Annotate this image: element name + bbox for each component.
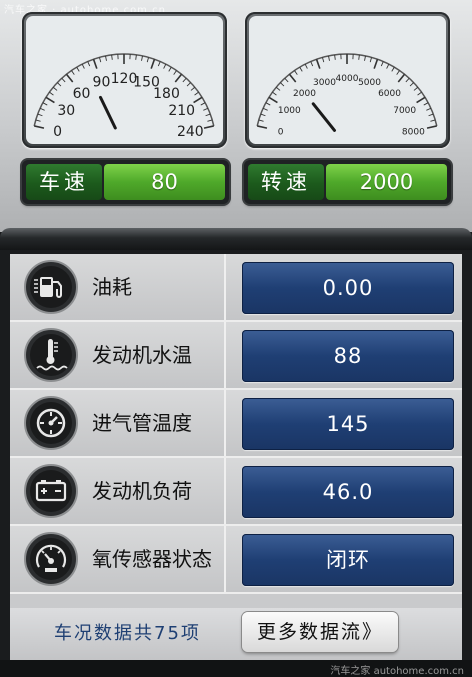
bottom-watermark: 汽车之家 autohome.com.cn [330, 666, 464, 677]
tachometer-tick-label: 0 [278, 127, 284, 137]
speedometer-tick-label: 90 [93, 75, 111, 91]
list-item[interactable]: 进气管温度 145 [10, 390, 462, 458]
rpm-label: 转速 [248, 164, 324, 200]
speedometer-tick-label: 30 [57, 103, 75, 119]
row-label-cell: 油耗 [10, 254, 226, 320]
row-label-cell: 发动机负荷 [10, 458, 226, 524]
speed-label: 车速 [26, 164, 102, 200]
panel-divider [0, 228, 472, 250]
row-label-cell: 氧传感器状态 [10, 526, 226, 592]
tachometer-tick-label: 1000 [278, 106, 301, 116]
rpm-value: 2000 [326, 164, 447, 200]
tachometer-tick-label: 3000 [313, 78, 336, 88]
speedometer-tick-label: 60 [73, 86, 91, 102]
list-item[interactable]: 氧传感器状态 闭环 [10, 526, 462, 594]
list-item[interactable]: 发动机负荷 46.0 [10, 458, 462, 526]
row-label-cell: 进气管温度 [10, 390, 226, 456]
row-name: 氧传感器状态 [92, 547, 212, 571]
row-value: 46.0 [242, 466, 454, 518]
gauge-panel: 汽车之家 · autohome.com.cn 0 30 60 90 120 150 180 2… [0, 0, 472, 232]
row-name: 进气管温度 [92, 411, 192, 435]
row-label-cell: 发动机水温 [10, 322, 226, 388]
row-value: 145 [242, 398, 454, 450]
list-item[interactable]: 发动机水温 88 [10, 322, 462, 390]
row-value: 闭环 [242, 534, 454, 586]
battery-load-icon [24, 464, 78, 518]
tachometer-gauge: 0 1000 2000 3000 4000 5000 6000 7000 8000 [245, 12, 450, 148]
more-data-button[interactable]: 更多数据流》 [242, 612, 398, 652]
speedometer-tick-label: 0 [53, 124, 62, 140]
speedometer-tick-label: 240 [177, 124, 204, 140]
tachometer-tick-label: 4000 [336, 74, 359, 84]
speed-value: 80 [104, 164, 225, 200]
data-count-summary: 车况数据共75项 [54, 623, 201, 644]
tachometer-tick-label: 5000 [358, 78, 381, 88]
speedometer-tick-label: 180 [153, 86, 180, 102]
row-name: 发动机负荷 [92, 479, 192, 503]
row-value: 0.00 [242, 262, 454, 314]
row-name: 发动机水温 [92, 343, 192, 367]
tachometer-tick-label: 2000 [293, 89, 316, 99]
row-value: 88 [242, 330, 454, 382]
coolant-temperature-icon [24, 328, 78, 382]
tachometer-tick-label: 7000 [393, 106, 416, 116]
speedometer-gauge: 0 30 60 90 120 150 180 210 240 [22, 12, 227, 148]
speedometer-dial: 0306090 120150180210240 [26, 16, 223, 144]
speed-readout: 车速 80 [22, 160, 229, 204]
oxygen-sensor-icon [24, 532, 78, 586]
intake-temperature-icon [24, 396, 78, 450]
list-item[interactable]: 油耗 0.00 [10, 254, 462, 322]
tachometer-dial: 0 1000 20003000 4000 50006000 7000 8000 [249, 16, 446, 144]
tachometer-tick-label: 6000 [378, 89, 401, 99]
fuel-pump-icon [24, 260, 78, 314]
sensor-list: 油耗 0.00 发动机水温 88 进气管温度 145 发动机负荷 46.0 氧传… [10, 254, 462, 660]
tachometer-tick-label: 8000 [402, 127, 425, 137]
row-name: 油耗 [92, 275, 132, 299]
bottom-strip: 汽车之家 autohome.com.cn [0, 660, 472, 677]
footer-bar: 车况数据共75项 更多数据流》 [10, 608, 462, 660]
speedometer-tick-label: 210 [168, 103, 195, 119]
rpm-readout: 转速 2000 [244, 160, 451, 204]
